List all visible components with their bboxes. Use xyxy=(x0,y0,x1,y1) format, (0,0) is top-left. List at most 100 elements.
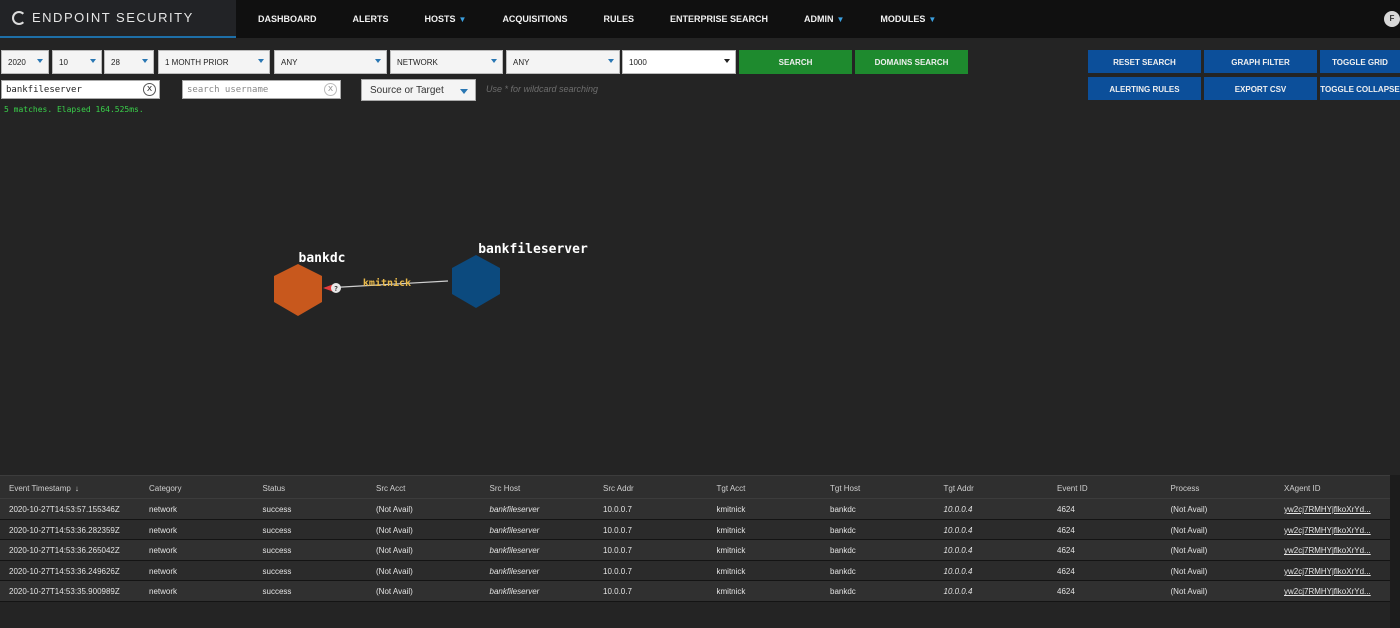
nav-hosts[interactable]: HOSTS ▼ xyxy=(425,14,467,24)
event-type-select[interactable]: NETWORK xyxy=(390,50,503,74)
table-cell-xagent-id[interactable]: yw2cj7RMHYjflkoXrYd... xyxy=(1275,499,1385,519)
toggle-collapse-button[interactable]: TOGGLE COLLAPSE xyxy=(1320,77,1400,100)
nav-acquisitions[interactable]: ACQUISITIONS xyxy=(502,14,567,24)
range-select[interactable]: 1 MONTH PRIOR xyxy=(158,50,270,74)
column-header-status[interactable]: Status xyxy=(254,476,368,498)
toggle-grid-button[interactable]: TOGGLE GRID xyxy=(1320,50,1400,73)
column-header-xagent-id[interactable]: XAgent ID xyxy=(1275,476,1385,498)
table-cell-xagent-id[interactable]: yw2cj7RMHYjflkoXrYd... xyxy=(1275,520,1385,540)
column-header-process[interactable]: Process xyxy=(1162,476,1276,498)
column-header-src-addr[interactable]: Src Addr xyxy=(594,476,708,498)
status-select[interactable]: ANY xyxy=(506,50,620,74)
table-cell-status: success xyxy=(262,566,292,576)
table-cell-src-acct: (Not Avail) xyxy=(376,587,413,597)
table-cell-src-host: bankfileserver xyxy=(489,546,540,556)
range-value: 1 MONTH PRIOR xyxy=(165,58,229,67)
brand[interactable]: ENDPOINT SECURITY xyxy=(0,0,236,38)
alerting-rules-button[interactable]: ALERTING RULES xyxy=(1088,77,1201,100)
nav-enterprise-search-label: ENTERPRISE SEARCH xyxy=(669,14,768,24)
column-header-label: Process xyxy=(1170,484,1200,493)
table-scrollbar[interactable] xyxy=(1390,475,1400,628)
chevron-down-icon xyxy=(258,59,264,63)
nav-dashboard-label: DASHBOARD xyxy=(258,14,317,24)
column-header-label: Tgt Addr xyxy=(943,484,974,493)
table-cell-tgt-acct: kmitnick xyxy=(716,587,746,597)
limit-value: 1000 xyxy=(629,58,647,67)
table-header: Event Timestamp ↓ Category Status Src Acct Sr… xyxy=(0,475,1400,499)
table-row[interactable]: 2020-10-27T14:53:36.249626Z network succes… xyxy=(0,560,1400,582)
table-cell-process: (Not Avail) xyxy=(1170,587,1208,597)
limit-select[interactable]: 1000 xyxy=(622,50,736,74)
table-cell-category: network xyxy=(149,546,178,556)
column-header-tgt-host[interactable]: Tgt Host xyxy=(821,476,935,498)
column-header-tgt-acct[interactable]: Tgt Acct xyxy=(708,476,822,498)
nav-alerts[interactable]: ALERTS xyxy=(353,14,389,24)
graph-node-bankdc[interactable] xyxy=(274,264,322,316)
wildcard-hint: Use * for wildcard searching xyxy=(486,84,599,94)
table-row[interactable]: 2020-10-27T14:53:36.282359Z network succes… xyxy=(0,519,1400,541)
year-select[interactable]: 2020 xyxy=(1,50,49,74)
table-cell-xagent-id[interactable]: yw2cj7RMHYjflkoXrYd... xyxy=(1275,581,1385,601)
table-cell-tgt-acct: kmitnick xyxy=(716,566,746,576)
nav-rules-label: RULES xyxy=(603,14,634,24)
chevron-down-icon xyxy=(375,59,381,63)
user-avatar[interactable]: F xyxy=(1384,11,1400,27)
clear-icon[interactable]: x xyxy=(143,83,156,96)
nav-admin[interactable]: ADMIN ▼ xyxy=(804,14,844,24)
table-cell-event-timestamp: 2020-10-27T14:53:57.155346Z xyxy=(9,505,120,514)
column-header-tgt-addr[interactable]: Tgt Addr xyxy=(935,476,1049,498)
domains-search-button[interactable]: DOMAINS SEARCH xyxy=(855,50,968,74)
chevron-down-icon xyxy=(460,89,468,94)
table-cell-process: (Not Avail) xyxy=(1170,566,1208,576)
table-row[interactable]: 2020-10-27T14:53:36.265042Z network succes… xyxy=(0,540,1400,561)
table-body: 2020-10-27T14:53:57.155346Z network succes… xyxy=(0,499,1400,602)
column-header-event-id[interactable]: Event ID xyxy=(1048,476,1162,498)
table-cell-status: success xyxy=(262,546,292,556)
day-select[interactable]: 28 xyxy=(104,50,154,74)
nav-modules-label: MODULES xyxy=(880,14,926,24)
graph-node-bankfileserver-label: bankfileserver xyxy=(478,242,588,257)
host-search-input[interactable]: bankfileserver x xyxy=(1,80,160,99)
nav-acquisitions-label: ACQUISITIONS xyxy=(502,14,568,24)
chevron-down-icon: ▼ xyxy=(928,14,937,24)
table-cell-src-host: bankfileserver xyxy=(489,525,540,535)
category-select[interactable]: ANY xyxy=(274,50,387,74)
nav-admin-label: ADMIN xyxy=(803,14,834,24)
table-cell-xagent-id[interactable]: yw2cj7RMHYjflkoXrYd... xyxy=(1275,561,1385,581)
nav-dashboard[interactable]: DASHBOARD xyxy=(258,14,317,24)
results-table: Event Timestamp ↓ Category Status Src Acct Sr… xyxy=(0,475,1400,628)
top-navigation-bar: ENDPOINT SECURITY DASHBOARD ALERTS HOSTS… xyxy=(0,0,1400,38)
table-row[interactable]: 2020-10-27T14:53:35.900989Z network succes… xyxy=(0,581,1400,602)
username-search-input[interactable]: search username x xyxy=(182,80,341,99)
graph-node-bankfileserver[interactable] xyxy=(452,255,500,308)
month-value: 10 xyxy=(59,58,68,67)
export-csv-button[interactable]: EXPORT CSV xyxy=(1204,77,1317,100)
nav-modules[interactable]: MODULES ▼ xyxy=(880,14,936,24)
direction-select[interactable]: Source or Target xyxy=(361,79,476,101)
graph-filter-button[interactable]: GRAPH FILTER xyxy=(1204,50,1317,73)
table-cell-tgt-addr: 10.0.0.4 xyxy=(943,525,973,535)
table-row[interactable]: 2020-10-27T14:53:57.155346Z network succes… xyxy=(0,499,1400,520)
month-select[interactable]: 10 xyxy=(52,50,102,74)
edge-marker-label: ? xyxy=(334,285,338,293)
sort-arrow-icon[interactable]: ↓ xyxy=(75,484,79,493)
clear-icon[interactable]: x xyxy=(324,83,337,96)
table-cell-event-id: 4624 xyxy=(1057,587,1075,597)
table-cell-xagent-id[interactable]: yw2cj7RMHYjflkoXrYd... xyxy=(1275,540,1385,560)
table-cell-event-timestamp: 2020-10-27T14:53:36.282359Z xyxy=(9,525,120,535)
column-header-event-timestamp[interactable]: Event Timestamp ↓ xyxy=(0,476,140,498)
table-cell-tgt-addr: 10.0.0.4 xyxy=(943,566,973,576)
edge-label: kmitnick xyxy=(363,277,411,289)
graph-canvas[interactable]: ? kmitnick bankdc bankfileserver xyxy=(0,118,1400,473)
column-header-label: Tgt Acct xyxy=(716,484,746,493)
column-header-src-acct[interactable]: Src Acct xyxy=(367,476,481,498)
search-button[interactable]: SEARCH xyxy=(739,50,852,74)
reset-search-button[interactable]: RESET SEARCH xyxy=(1088,50,1201,73)
chevron-down-icon xyxy=(142,59,148,63)
nav-enterprise-search[interactable]: ENTERPRISE SEARCH xyxy=(670,14,768,24)
column-header-src-host[interactable]: Src Host xyxy=(481,476,595,498)
column-header-label: Src Host xyxy=(489,484,521,493)
column-header-category[interactable]: Category xyxy=(140,476,254,498)
table-cell-status: success xyxy=(262,587,292,597)
nav-rules[interactable]: RULES xyxy=(603,14,634,24)
